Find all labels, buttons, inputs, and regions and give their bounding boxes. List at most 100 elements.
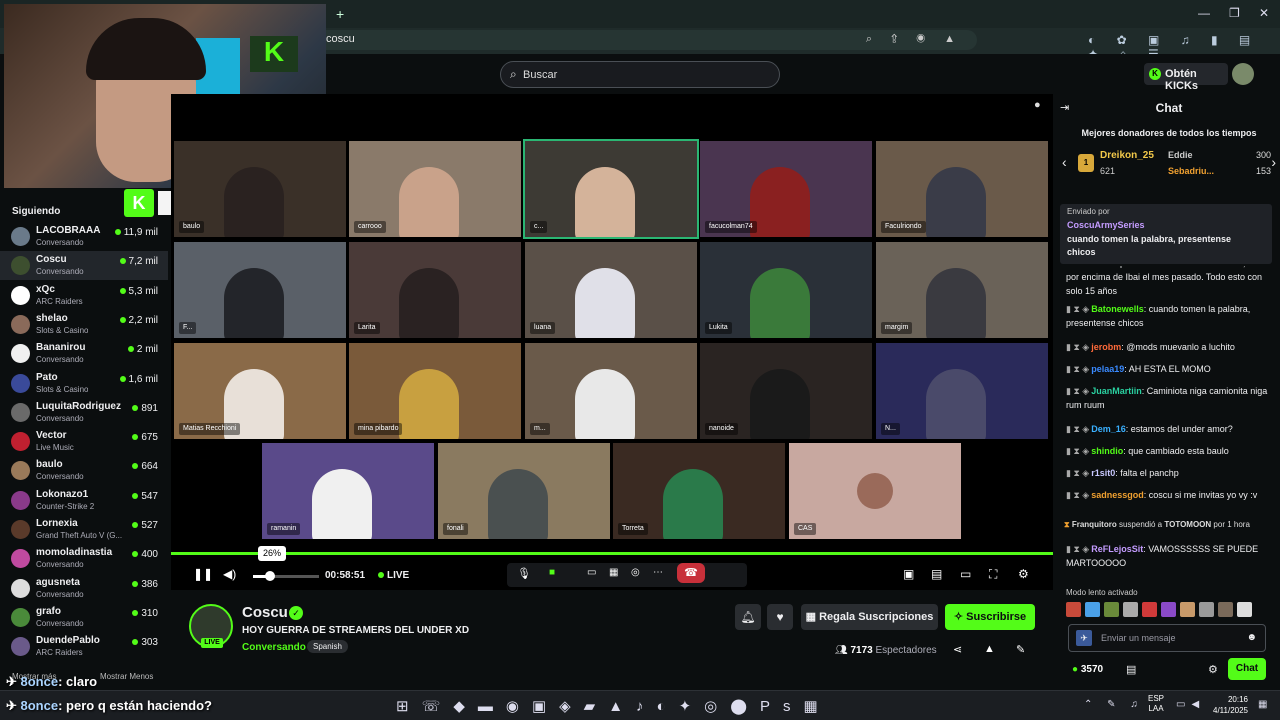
- subscribe-button[interactable]: ✧ Suscribirse: [945, 604, 1035, 630]
- participant-tile[interactable]: m...: [525, 343, 697, 439]
- participant-tile[interactable]: facucolman74: [700, 141, 872, 237]
- get-kicks-button[interactable]: K Obtén KICKs: [1144, 63, 1228, 92]
- participant-tile[interactable]: mina pibardo: [349, 343, 521, 439]
- participant-tile[interactable]: nanoide: [700, 343, 872, 439]
- participant-tile[interactable]: ramanin: [262, 443, 434, 539]
- participant-tile[interactable]: margim: [876, 242, 1048, 338]
- chat-username[interactable]: Dem_16: [1091, 424, 1126, 434]
- sidebar-item-shelao[interactable]: shelao Slots & Casino 2,2 mil: [0, 310, 168, 339]
- emoji-icon[interactable]: ☻: [1246, 632, 1257, 643]
- settings-icon[interactable]: ⚙: [1018, 567, 1029, 581]
- participant-tile[interactable]: Matias Recchioni: [174, 343, 346, 439]
- participant-tile[interactable]: N...: [876, 343, 1048, 439]
- keyboard-language[interactable]: ESP LAA: [1148, 694, 1164, 714]
- theater-icon[interactable]: ▭: [960, 567, 971, 581]
- sidebar-item-lacobraaa[interactable]: LACOBRAAA Conversando 11,9 mil: [0, 222, 168, 251]
- minimize-button[interactable]: —: [1198, 6, 1210, 20]
- chat-username[interactable]: JuanMartiin: [1091, 386, 1142, 396]
- close-window-button[interactable]: ✕: [1259, 6, 1269, 20]
- camera-icon[interactable]: ■: [549, 567, 555, 578]
- channel-name[interactable]: Coscu: [242, 604, 288, 621]
- user-avatar[interactable]: [1232, 63, 1254, 85]
- participant-tile[interactable]: Lukita: [700, 242, 872, 338]
- sidebar-item-xqc[interactable]: xQc ARC Raiders 5,3 mil: [0, 281, 168, 310]
- share-icon[interactable]: ⋖: [953, 643, 962, 656]
- grid-icon[interactable]: ▦: [609, 567, 618, 578]
- progress-bar[interactable]: [171, 552, 1053, 555]
- system-tray[interactable]: ⌃ ✎ ♫: [1084, 699, 1144, 710]
- channel-category: Slots & Casino: [36, 325, 89, 335]
- effects-icon[interactable]: ◎: [631, 567, 640, 578]
- sidebar-item-agusneta[interactable]: agusneta Conversando 386: [0, 574, 168, 603]
- mic-icon[interactable]: 🎙︎: [517, 567, 531, 580]
- stream-category[interactable]: Conversando: [242, 642, 306, 653]
- system-clock[interactable]: 20:16 4/11/2025: [1213, 694, 1248, 716]
- sidebar-item-luquitarodriguez[interactable]: LuquitaRodriguez Conversando 891: [0, 398, 168, 427]
- chat-bubble-icon[interactable]: ●: [1034, 99, 1041, 111]
- sidebar-item-coscu[interactable]: Coscu Conversando 7,2 mil: [0, 251, 168, 281]
- gift-subs-button[interactable]: ▦ Regala Suscripciones: [801, 604, 938, 630]
- sidebar-item-lornexia[interactable]: Lornexia Grand Theft Auto V (G... 527: [0, 515, 168, 544]
- video-player[interactable]: baulo carrooo c... facucolman74 Faculriondo F…: [171, 94, 1053, 590]
- chevron-left-icon[interactable]: ‹: [1062, 154, 1067, 170]
- chat-username[interactable]: pelaa19: [1091, 364, 1124, 374]
- participant-tile[interactable]: Torreta: [613, 443, 785, 539]
- chat-username[interactable]: shindio: [1091, 446, 1123, 456]
- pause-icon[interactable]: ❚❚: [193, 567, 213, 581]
- channel-points[interactable]: ● 3570: [1072, 664, 1103, 675]
- chat-username[interactable]: r1sit0: [1091, 468, 1115, 478]
- screen-share-icon[interactable]: ▭: [587, 567, 596, 578]
- volume-slider[interactable]: [253, 571, 319, 581]
- sidebar-item-vector[interactable]: Vector Live Music 675: [0, 427, 168, 456]
- participant-tile[interactable]: Faculriondo: [876, 141, 1048, 237]
- more-icon[interactable]: ⋯: [653, 567, 663, 578]
- chat-username[interactable]: jerobm: [1091, 342, 1121, 352]
- pip-icon[interactable]: ▣: [903, 567, 914, 581]
- language-tag[interactable]: Spanish: [307, 640, 348, 653]
- sidebar-item-bananirou[interactable]: Bananirou Conversando 2 mil: [0, 339, 168, 368]
- fullscreen-icon[interactable]: ⛶: [989, 567, 997, 582]
- chevron-right-icon[interactable]: ›: [1271, 154, 1276, 170]
- sidebar-item-baulo[interactable]: baulo Conversando 664: [0, 456, 168, 485]
- maximize-button[interactable]: ❐: [1229, 6, 1240, 20]
- participant-tile[interactable]: c...: [523, 139, 699, 239]
- chat-username[interactable]: Batonewells: [1091, 304, 1144, 314]
- hang-up-button[interactable]: ☎: [677, 563, 705, 583]
- address-bar[interactable]: coscu ⌕ ⇪ ◉ ▲: [312, 30, 977, 50]
- chat-username[interactable]: sadnessgod: [1091, 490, 1144, 500]
- send-chat-button[interactable]: Chat: [1228, 658, 1266, 680]
- sidebar-item-lokonazo1[interactable]: Lokonazo1 Counter-Strike 2 547: [0, 486, 168, 515]
- chat-settings-icon[interactable]: ⚙: [1208, 663, 1218, 676]
- participant-tile[interactable]: Larita: [349, 242, 521, 338]
- participant-tile[interactable]: F...: [174, 242, 346, 338]
- report-icon[interactable]: ▲: [984, 643, 995, 655]
- sidebar-item-duendepablo[interactable]: DuendePablo ARC Raiders 303: [0, 632, 168, 661]
- participant-tile[interactable]: fonali: [438, 443, 610, 539]
- volume-knob[interactable]: [265, 571, 276, 581]
- sidebar-item-momoladinastia[interactable]: momoladinastia Conversando 400: [0, 544, 168, 573]
- notifications-icon[interactable]: ▦: [1258, 699, 1273, 710]
- participant-tile[interactable]: luana: [525, 242, 697, 338]
- address-bar-icons[interactable]: ⌕ ⇪ ◉ ▲: [866, 33, 963, 46]
- network-volume-icons[interactable]: ▭◀: [1176, 699, 1205, 710]
- participant-video: [575, 369, 635, 439]
- pinned-user[interactable]: CoscuArmySeries: [1067, 220, 1145, 230]
- volume-icon[interactable]: ◀): [223, 567, 236, 581]
- show-less-button[interactable]: Mostrar Menos: [100, 672, 153, 681]
- new-tab-button[interactable]: +: [336, 6, 344, 22]
- search-input[interactable]: ⌕ Buscar: [500, 61, 780, 88]
- taskbar-apps[interactable]: ⊞☏◆▬◉▣◈▰▲♪◐✦◎⬤Ps▦: [396, 697, 831, 715]
- clip-share-icon[interactable]: ✎: [1016, 643, 1025, 656]
- follow-heart-button[interactable]: ♥: [767, 604, 793, 630]
- emote-bar[interactable]: [1066, 602, 1276, 618]
- participant-tile[interactable]: CAS: [789, 443, 961, 539]
- chat-username[interactable]: ReFLejosSit: [1091, 544, 1143, 554]
- notification-bell-button[interactable]: 🔔︎: [735, 604, 761, 630]
- clip-icon[interactable]: ▤: [931, 567, 942, 581]
- sidebar-item-grafo[interactable]: grafo Conversando 310: [0, 603, 168, 632]
- sidebar-item-pato[interactable]: Pato Slots & Casino 1,6 mil: [0, 369, 168, 398]
- participant-tile[interactable]: carrooo: [349, 141, 521, 237]
- store-icon[interactable]: ▤: [1126, 663, 1136, 676]
- participant-tile[interactable]: baulo: [174, 141, 346, 237]
- chat-message-input[interactable]: ✈ Enviar un mensaje ☻: [1068, 624, 1266, 652]
